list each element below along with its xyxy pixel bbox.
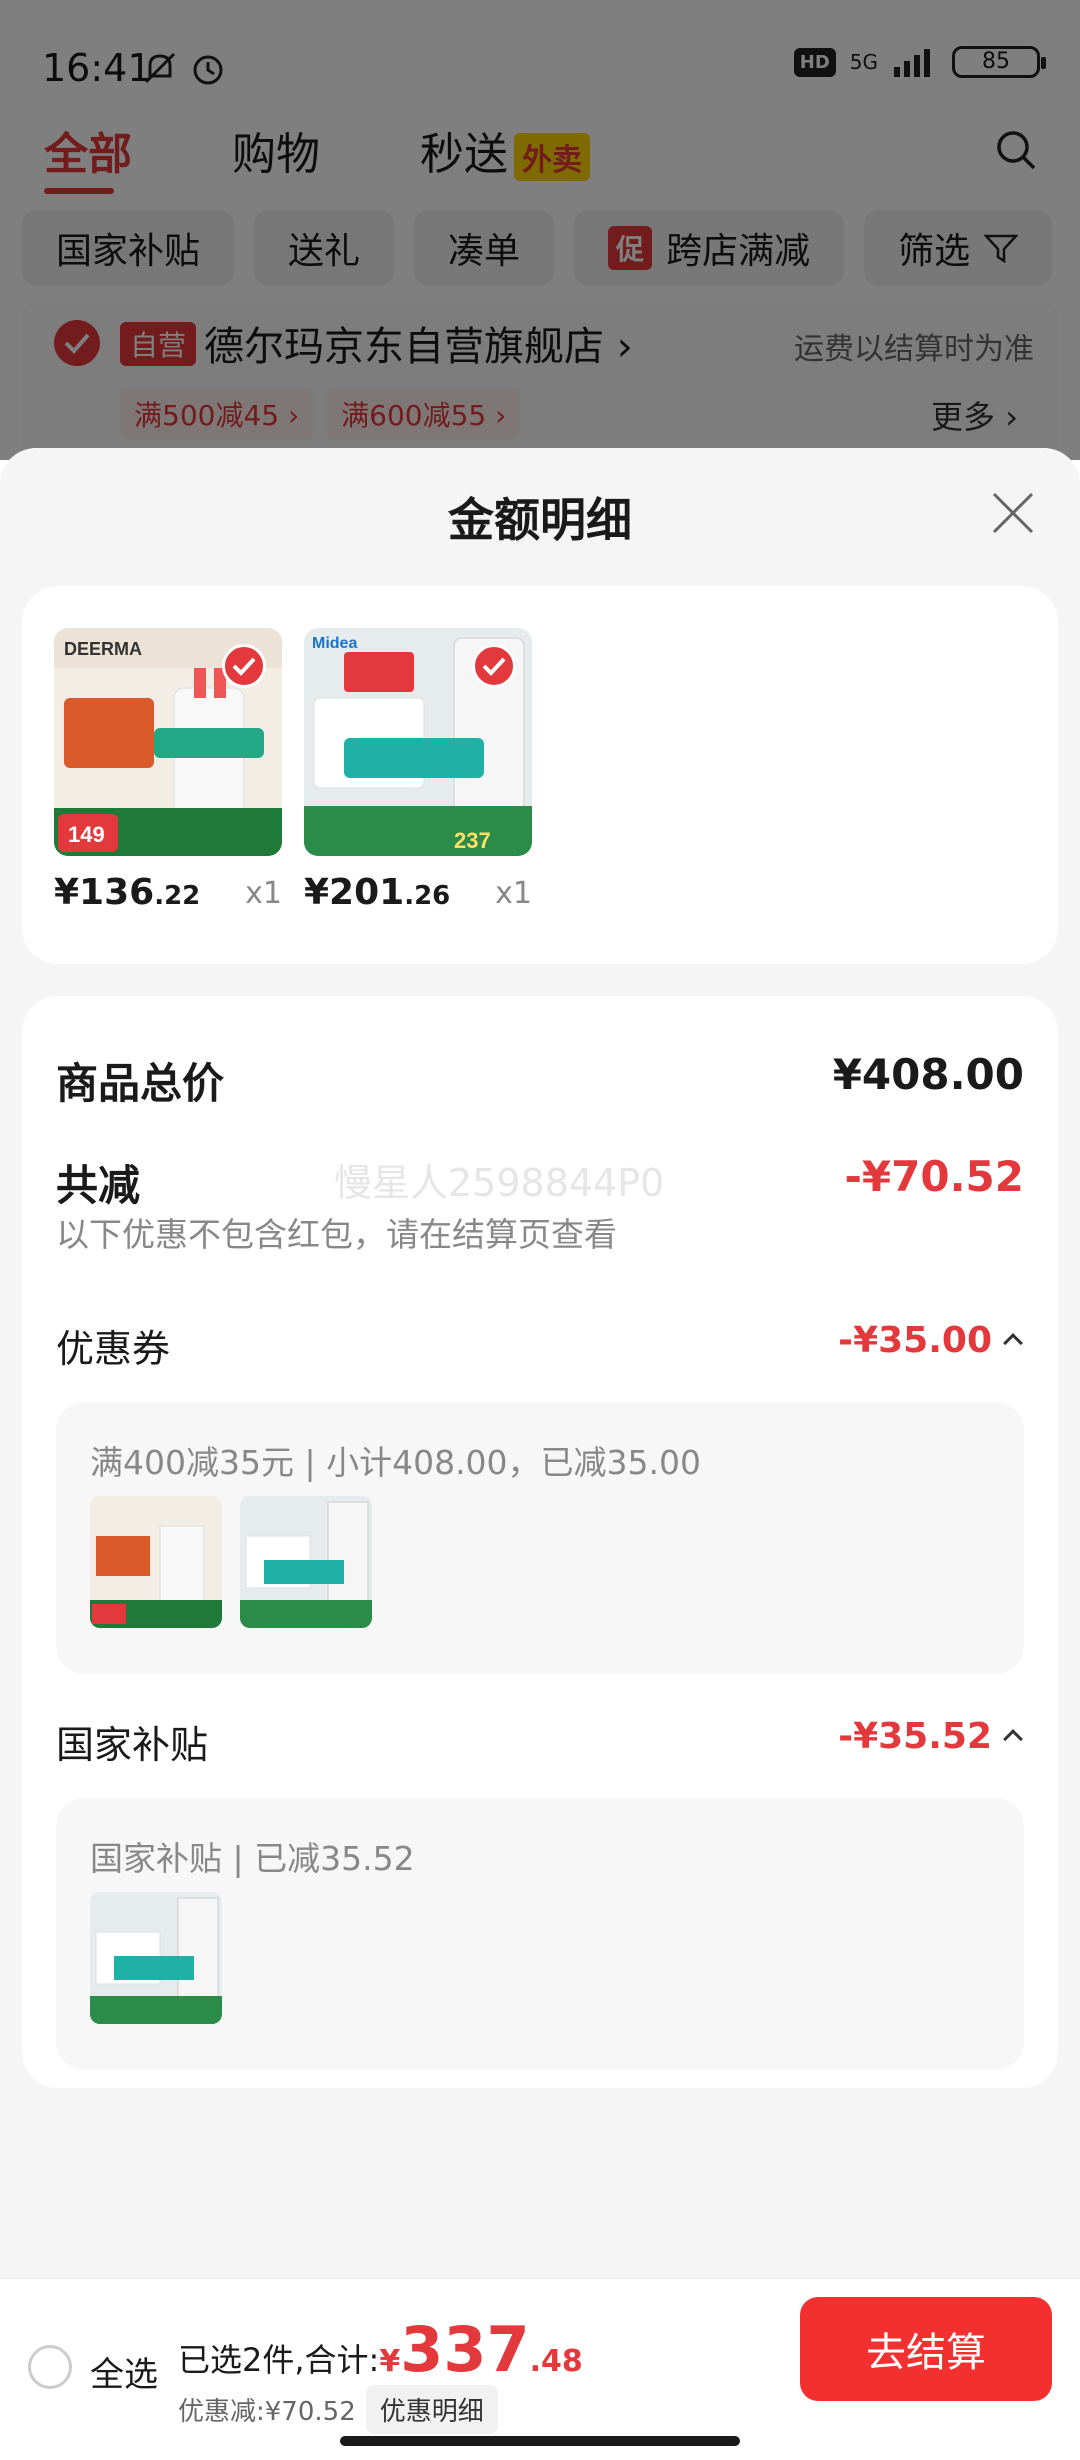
goods-item[interactable]: DEERMA 149 ¥136.22 x1 — [54, 628, 282, 913]
subsidy-toggle[interactable]: -¥35.52 — [838, 1716, 1023, 1757]
dim-overlay[interactable] — [0, 0, 1080, 460]
home-indicator — [340, 2436, 740, 2446]
coupon-amount: -¥35.00 — [838, 1320, 992, 1361]
subsidy-detail: 国家补贴 | 已减35.52 — [90, 1839, 415, 1878]
coupon-toggle[interactable]: -¥35.00 — [838, 1320, 1023, 1361]
discount-detail-button[interactable]: 优惠明细 — [365, 2385, 498, 2434]
subsidy-detail-box: 国家补贴 | 已减35.52 — [56, 1798, 1024, 2070]
subsidy-amount: -¥35.52 — [838, 1716, 992, 1757]
coupon-product-thumb — [240, 1496, 372, 1628]
image-price-badge: 149 — [68, 822, 105, 847]
amount-detail-sheet: 金额明细 DEERMA 149 ¥136.22 x1 Midea 237 ¥20… — [0, 448, 1080, 2278]
bottom-bar: 全选 已选2件,合计:¥337.48 优惠减:¥70.52 优惠明细 去结算 — [0, 2278, 1080, 2460]
discount-text: 优惠减:¥70.52 — [178, 2397, 356, 2427]
price-int: ¥201 — [304, 872, 405, 913]
select-all-label[interactable]: 全选 — [90, 2347, 158, 2396]
total-dec: .48 — [529, 2344, 583, 2379]
goods-card: DEERMA 149 ¥136.22 x1 Midea 237 ¥201.26 … — [22, 586, 1058, 964]
check-icon — [222, 644, 266, 688]
goods-quantity: x1 — [495, 876, 532, 911]
total-label: 商品总价 — [56, 1059, 225, 1108]
product-image-dryer: Midea 237 — [304, 628, 532, 856]
discount-summary: 优惠减:¥70.52 优惠明细 — [178, 2385, 498, 2434]
coupon-detail: 满400减35元 | 小计408.00，已减35.00 — [90, 1443, 702, 1482]
discount-note: 以下优惠不包含红包，请在结算页查看 — [56, 1215, 617, 1254]
coupon-label: 优惠券 — [56, 1327, 171, 1371]
total-int: 337 — [400, 2313, 530, 2386]
close-icon[interactable] — [988, 488, 1038, 538]
watermark: 慢星人2598844P0 — [334, 1161, 665, 1205]
goods-quantity: x1 — [245, 876, 282, 911]
amount-detail-card: 商品总价 ¥408.00 共减 慢星人2598844P0 -¥70.52 以下优… — [22, 996, 1058, 2088]
selected-count: 已选2件,合计: — [178, 2341, 380, 2379]
discount-label: 共减 — [56, 1161, 141, 1210]
total-summary: 已选2件,合计:¥337.48 — [178, 2313, 583, 2386]
sheet-title: 金额明细 — [448, 493, 632, 547]
select-all-radio[interactable] — [28, 2345, 72, 2389]
goods-price: ¥201.26 — [304, 872, 450, 913]
brand-logo-text: Midea — [312, 635, 357, 652]
chevron-up-icon — [1003, 1333, 1023, 1353]
total-value: ¥408.00 — [832, 1050, 1024, 1099]
check-icon — [472, 644, 516, 688]
goods-item[interactable]: Midea 237 ¥201.26 x1 — [304, 628, 532, 913]
total-yen: ¥ — [379, 2344, 401, 2379]
chevron-up-icon — [1003, 1729, 1023, 1749]
price-dec: .22 — [154, 881, 201, 911]
price-dec: .26 — [404, 881, 451, 911]
discount-value: -¥70.52 — [844, 1152, 1024, 1201]
subsidy-product-thumb — [90, 1892, 222, 2024]
checkout-button[interactable]: 去结算 — [800, 2297, 1052, 2401]
subsidy-label: 国家补贴 — [56, 1723, 209, 1767]
product-image-dehumidifier: DEERMA 149 — [54, 628, 282, 856]
brand-logo-text: DEERMA — [64, 639, 142, 659]
coupon-product-thumb — [90, 1496, 222, 1628]
coupon-detail-box: 满400减35元 | 小计408.00，已减35.00 — [56, 1402, 1024, 1674]
price-int: ¥136 — [54, 872, 155, 913]
goods-price: ¥136.22 — [54, 872, 200, 913]
image-price-badge: 237 — [454, 828, 491, 853]
